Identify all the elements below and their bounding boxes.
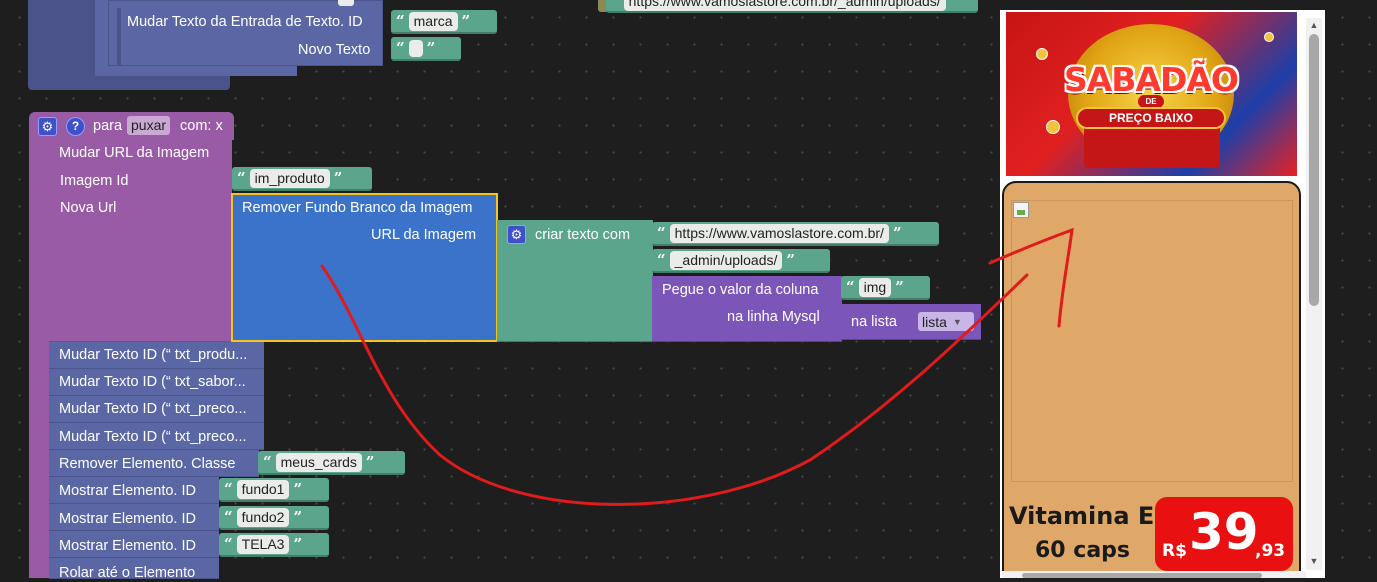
annotation-curve <box>320 264 1029 506</box>
annotation-arrow <box>320 227 1074 506</box>
annotation-arrowhead <box>988 227 1074 328</box>
